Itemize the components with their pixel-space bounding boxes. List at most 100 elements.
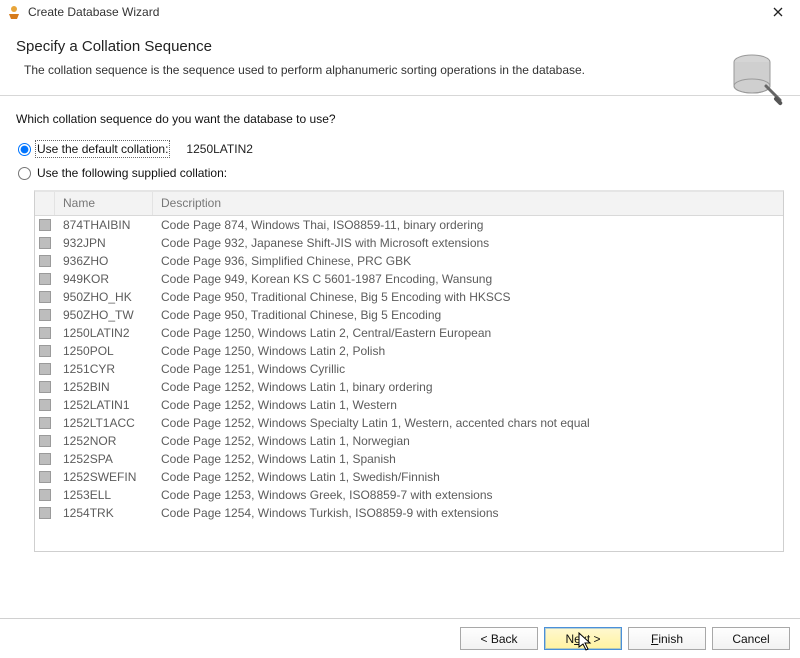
row-icon xyxy=(35,289,55,305)
wizard-banner: Specify a Collation Sequence The collati… xyxy=(0,24,800,96)
finish-button[interactable]: Finish xyxy=(628,627,706,650)
collation-name: 874THAIBIN xyxy=(55,218,153,232)
table-row[interactable]: 949KORCode Page 949, Korean KS C 5601-19… xyxy=(35,270,783,288)
table-row[interactable]: 950ZHO_HKCode Page 950, Traditional Chin… xyxy=(35,288,783,306)
row-icon xyxy=(35,343,55,359)
collation-icon xyxy=(39,327,51,339)
table-row[interactable]: 1252LT1ACCCode Page 1252, Windows Specia… xyxy=(35,414,783,432)
table-row[interactable]: 1252BINCode Page 1252, Windows Latin 1, … xyxy=(35,378,783,396)
radio-default-input[interactable] xyxy=(18,143,31,156)
collation-icon xyxy=(39,417,51,429)
collation-name: 1251CYR xyxy=(55,362,153,376)
collation-description: Code Page 949, Korean KS C 5601-1987 Enc… xyxy=(153,272,783,286)
collation-description: Code Page 1254, Windows Turkish, ISO8859… xyxy=(153,506,783,520)
row-icon xyxy=(35,235,55,251)
collation-icon xyxy=(39,453,51,465)
radio-default-label[interactable]: Use the default collation: xyxy=(37,142,168,156)
grid-header-desc[interactable]: Description xyxy=(153,192,783,215)
row-icon xyxy=(35,505,55,521)
next-button[interactable]: Next > xyxy=(544,627,622,650)
collation-name: 1250LATIN2 xyxy=(55,326,153,340)
table-row[interactable]: 1253ELLCode Page 1253, Windows Greek, IS… xyxy=(35,486,783,504)
table-row[interactable]: 1251CYRCode Page 1251, Windows Cyrillic xyxy=(35,360,783,378)
collation-description: Code Page 1252, Windows Latin 1, Spanish xyxy=(153,452,783,466)
radio-supplied-collation[interactable]: Use the following supplied collation: xyxy=(16,166,784,180)
collation-name: 950ZHO_TW xyxy=(55,308,153,322)
table-row[interactable]: 1252SWEFINCode Page 1252, Windows Latin … xyxy=(35,468,783,486)
page-title: Specify a Collation Sequence xyxy=(16,38,784,55)
collation-description: Code Page 1251, Windows Cyrillic xyxy=(153,362,783,376)
collation-question: Which collation sequence do you want the… xyxy=(16,112,784,126)
close-button[interactable] xyxy=(762,2,794,22)
collation-name: 1252NOR xyxy=(55,434,153,448)
collation-name: 1252SPA xyxy=(55,452,153,466)
collation-name: 1253ELL xyxy=(55,488,153,502)
collation-description: Code Page 1253, Windows Greek, ISO8859-7… xyxy=(153,488,783,502)
radio-supplied-input[interactable] xyxy=(18,167,31,180)
row-icon xyxy=(35,433,55,449)
row-icon xyxy=(35,487,55,503)
row-icon xyxy=(35,361,55,377)
row-icon xyxy=(35,217,55,233)
collation-description: Code Page 1250, Windows Latin 2, Central… xyxy=(153,326,783,340)
collation-name: 932JPN xyxy=(55,236,153,250)
collation-icon xyxy=(39,381,51,393)
collation-name: 950ZHO_HK xyxy=(55,290,153,304)
collation-description: Code Page 1252, Windows Latin 1, Swedish… xyxy=(153,470,783,484)
grid-header-name[interactable]: Name xyxy=(55,192,153,215)
row-icon xyxy=(35,253,55,269)
table-row[interactable]: 1252LATIN1Code Page 1252, Windows Latin … xyxy=(35,396,783,414)
collation-icon xyxy=(39,219,51,231)
collation-description: Code Page 1252, Windows Latin 1, Western xyxy=(153,398,783,412)
window-title: Create Database Wizard xyxy=(28,5,762,19)
table-row[interactable]: 950ZHO_TWCode Page 950, Traditional Chin… xyxy=(35,306,783,324)
title-bar: Create Database Wizard xyxy=(0,0,800,24)
wizard-footer: < Back Next > Finish Cancel xyxy=(0,618,800,658)
row-icon xyxy=(35,307,55,323)
grid-header: Name Description xyxy=(35,192,783,216)
collation-icon xyxy=(39,507,51,519)
collation-grid: Name Description 874THAIBINCode Page 874… xyxy=(34,190,784,552)
collation-description: Code Page 1250, Windows Latin 2, Polish xyxy=(153,344,783,358)
table-row[interactable]: 874THAIBINCode Page 874, Windows Thai, I… xyxy=(35,216,783,234)
table-row[interactable]: 1252NORCode Page 1252, Windows Latin 1, … xyxy=(35,432,783,450)
table-row[interactable]: 936ZHOCode Page 936, Simplified Chinese,… xyxy=(35,252,783,270)
collation-description: Code Page 1252, Windows Specialty Latin … xyxy=(153,416,783,430)
collation-name: 1250POL xyxy=(55,344,153,358)
row-icon xyxy=(35,397,55,413)
collation-description: Code Page 950, Traditional Chinese, Big … xyxy=(153,308,783,322)
collation-name: 1254TRK xyxy=(55,506,153,520)
collation-description: Code Page 1252, Windows Latin 1, Norwegi… xyxy=(153,434,783,448)
collation-name: 949KOR xyxy=(55,272,153,286)
collation-icon xyxy=(39,309,51,321)
page-description: The collation sequence is the sequence u… xyxy=(16,63,784,77)
table-row[interactable]: 1254TRKCode Page 1254, Windows Turkish, … xyxy=(35,504,783,522)
collation-icon xyxy=(39,399,51,411)
grid-header-icon-col xyxy=(35,192,55,215)
collation-icon xyxy=(39,489,51,501)
grid-body[interactable]: 874THAIBINCode Page 874, Windows Thai, I… xyxy=(35,216,783,551)
collation-description: Code Page 936, Simplified Chinese, PRC G… xyxy=(153,254,783,268)
collation-icon xyxy=(39,291,51,303)
collation-name: 1252BIN xyxy=(55,380,153,394)
row-icon xyxy=(35,451,55,467)
collation-icon xyxy=(39,255,51,267)
collation-icon xyxy=(39,471,51,483)
collation-icon xyxy=(39,345,51,357)
collation-description: Code Page 1252, Windows Latin 1, binary … xyxy=(153,380,783,394)
database-wizard-icon xyxy=(722,46,788,112)
cancel-button[interactable]: Cancel xyxy=(712,627,790,650)
radio-default-collation[interactable]: Use the default collation: 1250LATIN2 xyxy=(16,142,784,156)
table-row[interactable]: 932JPNCode Page 932, Japanese Shift-JIS … xyxy=(35,234,783,252)
collation-name: 936ZHO xyxy=(55,254,153,268)
table-row[interactable]: 1250LATIN2Code Page 1250, Windows Latin … xyxy=(35,324,783,342)
collation-icon xyxy=(39,273,51,285)
row-icon xyxy=(35,415,55,431)
table-row[interactable]: 1250POLCode Page 1250, Windows Latin 2, … xyxy=(35,342,783,360)
app-icon xyxy=(6,4,22,20)
collation-name: 1252LT1ACC xyxy=(55,416,153,430)
row-icon xyxy=(35,469,55,485)
table-row[interactable]: 1252SPACode Page 1252, Windows Latin 1, … xyxy=(35,450,783,468)
back-button[interactable]: < Back xyxy=(460,627,538,650)
radio-supplied-label[interactable]: Use the following supplied collation: xyxy=(37,166,227,180)
